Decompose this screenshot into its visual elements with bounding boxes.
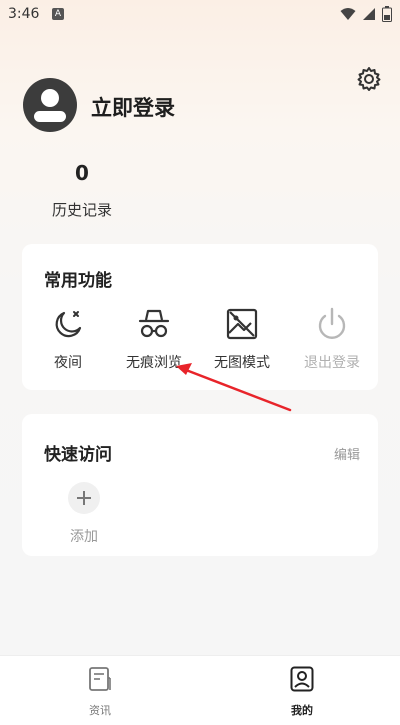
avatar-body	[34, 111, 66, 122]
common-functions-title: 常用功能	[44, 271, 112, 291]
history-label[interactable]: 历史记录	[44, 199, 120, 220]
logout-button[interactable]: 退出登录	[292, 306, 372, 376]
incognito-label: 无痕浏览	[126, 355, 182, 371]
news-icon	[89, 667, 111, 691]
status-bar: 3:46 A	[0, 0, 400, 30]
night-mode-label: 夜间	[54, 355, 82, 371]
nav-item-profile[interactable]: 我的	[272, 666, 332, 718]
logout-label: 退出登录	[304, 355, 360, 371]
profile-icon	[290, 666, 314, 692]
incognito-button[interactable]: 无痕浏览	[114, 306, 194, 376]
signal-icon	[363, 8, 375, 20]
status-icons	[340, 6, 392, 22]
quick-access-card: 快速访问 编辑 添加	[22, 414, 378, 556]
no-image-icon	[226, 308, 258, 340]
bottom-nav: 资讯 我的	[0, 655, 400, 725]
add-shortcut-button[interactable]: 添加	[60, 482, 108, 548]
nav-label-news: 资讯	[89, 704, 111, 717]
avatar-head	[41, 89, 59, 107]
avatar[interactable]	[23, 78, 77, 132]
add-shortcut-label: 添加	[70, 529, 98, 545]
history-count[interactable]: 0	[60, 161, 104, 185]
night-mode-icon	[55, 311, 82, 338]
settings-button[interactable]	[356, 66, 382, 92]
status-time: 3:46	[8, 6, 40, 22]
gear-icon	[357, 67, 381, 91]
common-functions-card: 常用功能 夜间 无痕浏览 无图模式 退出登录	[22, 244, 378, 390]
incognito-icon	[138, 309, 170, 338]
quick-access-title: 快速访问	[44, 445, 112, 465]
login-link[interactable]: 立即登录	[91, 92, 175, 122]
no-image-label: 无图模式	[214, 355, 270, 371]
wifi-icon	[340, 8, 356, 20]
battery-icon	[382, 6, 392, 22]
power-icon	[318, 307, 346, 339]
nav-item-news[interactable]: 资讯	[70, 666, 130, 718]
app-notification-icon: A	[52, 8, 64, 20]
plus-icon	[68, 482, 100, 514]
nav-label-profile: 我的	[291, 704, 313, 717]
edit-button[interactable]: 编辑	[334, 444, 360, 463]
no-image-mode-button[interactable]: 无图模式	[202, 306, 282, 376]
night-mode-button[interactable]: 夜间	[28, 306, 108, 376]
